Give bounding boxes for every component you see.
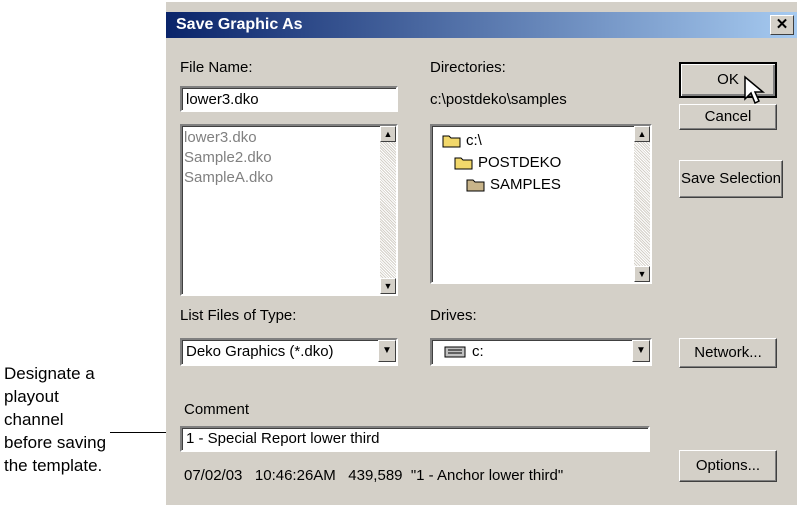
mouse-pointer-icon [744,75,766,105]
dialog-title: Save Graphic As [176,16,303,33]
scroll-down-arrow-icon[interactable]: ▼ [380,278,396,294]
callout-text: Designate a playout channel before savin… [4,362,164,477]
directory-item-postdeko[interactable]: POSTDEKO [442,152,561,174]
comment-label: Comment [184,401,250,418]
chevron-down-icon[interactable]: ▼ [632,340,650,362]
drive-value: c: [472,343,484,360]
comment-value: 1 - Special Report lower third [186,430,380,447]
file-name-label: File Name: [180,59,253,76]
current-directory-path: c:\postdeko\samples [430,91,567,108]
directory-item-label: c:\ [466,132,482,149]
callout-line: the template. [4,456,103,475]
file-type-select[interactable]: Deko Graphics (*.dko) ▼ [180,338,398,366]
drives-select[interactable]: c: ▼ [430,338,652,366]
folder-open-icon [442,135,461,148]
comment-input[interactable]: 1 - Special Report lower third [180,426,650,452]
file-list-scrollbar[interactable]: ▲ ▼ [380,126,396,294]
cancel-button[interactable]: Cancel [679,104,777,130]
chevron-down-icon[interactable]: ▼ [378,340,396,362]
file-type-value: Deko Graphics (*.dko) [186,343,334,360]
folder-open-icon [466,179,485,192]
callout-line: playout [4,387,59,406]
network-button[interactable]: Network... [679,338,777,368]
drives-label: Drives: [430,307,477,324]
list-files-type-label: List Files of Type: [180,307,297,324]
file-list[interactable]: lower3.dko Sample2.dko SampleA.dko ▲ ▼ [180,124,398,296]
scroll-up-arrow-icon[interactable]: ▲ [634,126,650,142]
directories-label: Directories: [430,59,506,76]
directory-list-scrollbar[interactable]: ▲ ▼ [634,126,650,282]
directory-list[interactable]: c:\ POSTDEKO SAMPLES ▲ ▼ [430,124,652,284]
callout-line: before saving [4,433,107,452]
directory-item-label: POSTDEKO [478,154,562,171]
directory-item-root[interactable]: c:\ [442,130,561,152]
scroll-up-arrow-icon[interactable]: ▲ [380,126,396,142]
status-line: 07/02/03 10:46:26AM 439,589 "1 - Anchor … [184,467,564,484]
file-list-item[interactable]: SampleA.dko [184,168,273,188]
file-list-item[interactable]: lower3.dko [184,128,273,148]
close-button[interactable]: ✕ [770,15,794,35]
options-button[interactable]: Options... [679,450,777,482]
directory-item-label: SAMPLES [490,176,561,193]
scroll-down-arrow-icon[interactable]: ▼ [634,266,650,282]
file-list-item[interactable]: Sample2.dko [184,148,273,168]
callout-line: Designate a [4,364,95,383]
save-selection-button[interactable]: Save Selection [679,160,783,198]
hard-drive-icon [444,346,466,358]
folder-open-icon [454,157,473,170]
callout-line: channel [4,410,64,429]
directory-item-samples[interactable]: SAMPLES [442,174,561,196]
file-name-input[interactable]: lower3.dko [180,86,398,112]
